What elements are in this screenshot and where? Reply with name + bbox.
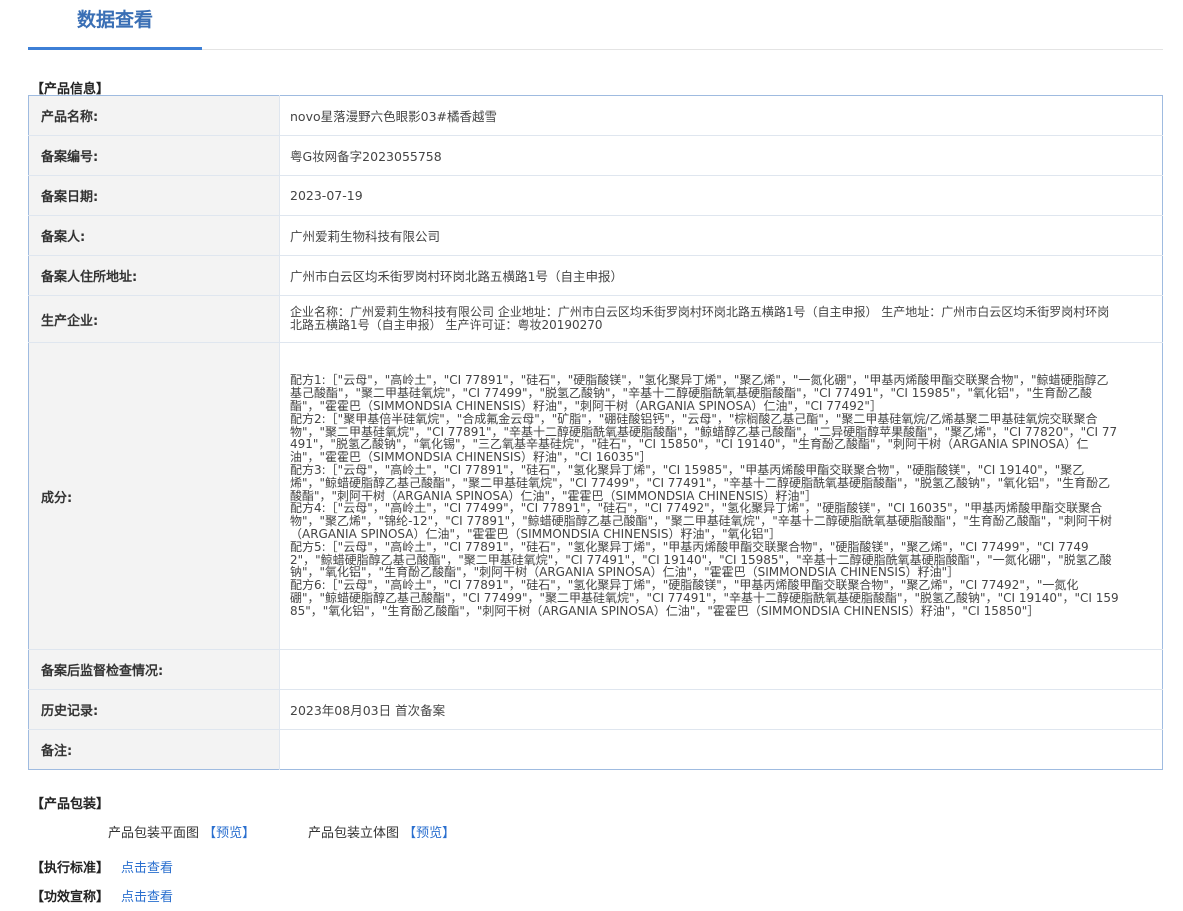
row-manufacturer: 生产企业: 企业名称：广州爱莉生物科技有限公司 企业地址：广州市白云区均禾街罗岗… xyxy=(28,295,1163,343)
remarks-value xyxy=(280,730,1163,770)
row-label: 产品名称: xyxy=(28,95,280,136)
packaging-solid-label: 产品包装立体图 xyxy=(308,826,400,841)
record-number-value: 粤G妆网备字2023055758 xyxy=(279,135,1163,176)
formula-2: 配方2:［"聚甲基倍半硅氧烷"，"合成氟金云母"，"矿脂"，"硼硅酸铝钙"，"云… xyxy=(290,411,1118,465)
row-product-name: 产品名称: novo星落漫野六色眼影03#橘香越雪 xyxy=(28,95,1163,136)
ingredients-value: 配方1:［"云母"，"高岭土"，"CI 77891"，"硅石"，"硬脂酸镁"，"… xyxy=(279,342,1163,650)
row-label: 备案编号: xyxy=(28,135,280,176)
efficacy-heading: 【功效宣称】 xyxy=(31,890,110,905)
product-info-table: 产品名称: novo星落漫野六色眼影03#橘香越雪 备案编号: 粤G妆网备字20… xyxy=(28,95,1163,770)
formula-5: 配方5:［"云母"，"高岭土"，"CI 77891"，"硅石"，"氢化聚异丁烯"… xyxy=(290,539,1112,580)
row-label: 成分: xyxy=(28,342,280,650)
row-record-number: 备案编号: 粤G妆网备字2023055758 xyxy=(28,135,1163,176)
formula-1: 配方1:［"云母"，"高岭土"，"CI 77891"，"硅石"，"硬脂酸镁"，"… xyxy=(290,373,1109,414)
row-label: 备案日期: xyxy=(28,175,280,216)
row-record-date: 备案日期: 2023-07-19 xyxy=(28,175,1163,216)
tab-bar: 数据查看 xyxy=(28,0,1163,50)
packaging-heading: 【产品包装】 xyxy=(31,797,110,812)
supervision-value xyxy=(279,649,1163,690)
row-registrant: 备案人: 广州爱莉生物科技有限公司 xyxy=(28,215,1163,256)
row-history: 历史记录: 2023年08月03日 首次备案 xyxy=(28,689,1163,730)
standard-heading: 【执行标准】 xyxy=(31,861,110,876)
row-ingredients: 成分: 配方1:［"云母"，"高岭土"，"CI 77891"，"硅石"，"硬脂酸… xyxy=(28,342,1163,650)
product-name-value: novo星落漫野六色眼影03#橘香越雪 xyxy=(279,95,1163,136)
packaging-solid: 产品包装立体图 【预览】 xyxy=(308,822,455,841)
registrant-address-value: 广州市白云区均禾街罗岗村环岗北路五横路1号（自主申报） xyxy=(279,255,1163,296)
row-label: 历史记录: xyxy=(28,689,280,730)
row-supervision: 备案后监督检查情况: xyxy=(28,649,1163,690)
standard-section: 【执行标准】 点击查看 xyxy=(31,857,173,876)
row-label: 生产企业: xyxy=(28,295,280,343)
history-value: 2023年08月03日 首次备案 xyxy=(279,689,1163,730)
efficacy-section: 【功效宣称】 点击查看 xyxy=(31,886,173,905)
formula-3: 配方3:［"云母"，"高岭土"，"CI 77891"，"硅石"，"氢化聚异丁烯"… xyxy=(290,463,1111,503)
packaging-solid-preview-link[interactable]: 【预览】 xyxy=(403,826,455,841)
row-label: 备案人住所地址: xyxy=(28,255,280,296)
tab-data-view[interactable]: 数据查看 xyxy=(28,0,202,50)
standard-view-link[interactable]: 点击查看 xyxy=(121,861,173,876)
registrant-value: 广州爱莉生物科技有限公司 xyxy=(279,215,1163,256)
row-registrant-address: 备案人住所地址: 广州市白云区均禾街罗岗村环岗北路五横路1号（自主申报） xyxy=(28,255,1163,296)
manufacturer-value: 企业名称：广州爱莉生物科技有限公司 企业地址：广州市白云区均禾街罗岗村环岗北路五… xyxy=(279,295,1163,343)
formula-6: 配方6:［"云母"，"高岭土"，"CI 77891"，"硅石"，"氢化聚异丁烯"… xyxy=(290,578,1119,618)
formula-4: 配方4:［"云母"，"高岭土"，"CI 77499"，"CI 77891"，"硅… xyxy=(290,501,1112,541)
efficacy-view-link[interactable]: 点击查看 xyxy=(121,890,173,905)
row-label: 备案人: xyxy=(28,215,280,256)
packaging-flat-preview-link[interactable]: 【预览】 xyxy=(203,826,255,841)
row-label: 备案后监督检查情况: xyxy=(28,649,280,690)
row-remarks: 备注: xyxy=(28,729,1163,770)
packaging-flat: 产品包装平面图 【预览】 xyxy=(108,822,255,841)
row-label: 备注: xyxy=(28,729,280,770)
packaging-flat-label: 产品包装平面图 xyxy=(108,826,200,841)
record-date-value: 2023-07-19 xyxy=(279,175,1163,216)
